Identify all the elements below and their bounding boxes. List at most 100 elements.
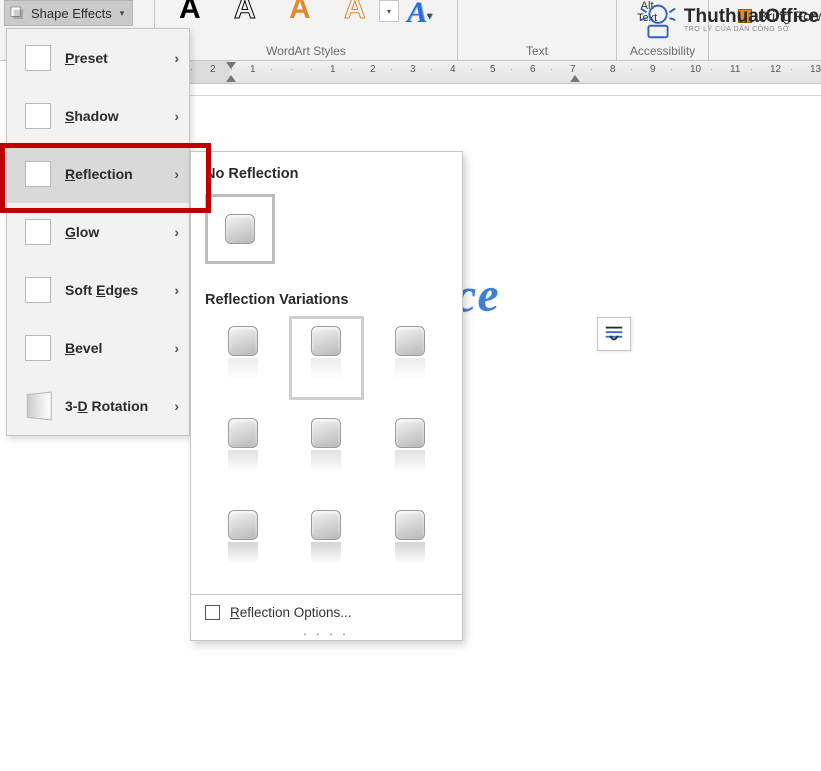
reflection-sample-icon: [395, 326, 425, 356]
layout-options-button[interactable]: [597, 317, 631, 351]
reflection-variations-heading: Reflection Variations: [191, 278, 462, 316]
fx-thumb-icon: [27, 392, 52, 421]
wordart-preset-a1[interactable]: A: [179, 0, 201, 26]
ruler-tick-num: 1: [250, 64, 256, 75]
fx-item-preset[interactable]: Preset›: [7, 29, 189, 87]
ruler-tick-dot: ·: [190, 64, 193, 75]
fx-item-bevel[interactable]: Bevel›: [7, 319, 189, 377]
ruler-tick-num: 13: [810, 64, 821, 75]
reflection-variation-3[interactable]: [205, 408, 281, 492]
ruler-tick-dot: ·: [290, 64, 293, 75]
reflection-sample-icon: [311, 326, 341, 356]
chevron-right-icon: ›: [174, 398, 179, 414]
fx-item-label: Glow: [65, 224, 99, 240]
resize-grip[interactable]: • • • •: [191, 630, 462, 640]
ruler-tick-dot: ·: [470, 64, 473, 75]
fx-item-label: Shadow: [65, 108, 119, 124]
accessibility-group-caption: Accessibility: [617, 44, 708, 58]
ruler-tick-num: 10: [690, 64, 701, 75]
ruler-tick-dot: ·: [750, 64, 753, 75]
reflection-shadow: [395, 358, 425, 380]
right-indent-marker[interactable]: [570, 75, 580, 82]
first-line-indent-marker[interactable]: [226, 62, 236, 69]
no-reflection-option[interactable]: [205, 194, 275, 264]
fx-thumb-icon: [25, 277, 51, 303]
brand-watermark: ThuthuatOffice TRỢ LÝ CỦA DÂN CÔNG SỞ: [635, 0, 819, 43]
fx-thumb-icon: [25, 103, 51, 129]
shape-effects-button[interactable]: Shape Effects ▾: [4, 0, 133, 26]
layout-options-icon: [603, 323, 625, 345]
ruler-tick-dot: ·: [630, 64, 633, 75]
ruler-tick-dot: ·: [670, 64, 673, 75]
reflection-shadow: [311, 358, 341, 380]
ruler-tick-dot: ·: [390, 64, 393, 75]
brand-tag: TRỢ LÝ CỦA DÂN CÔNG SỞ: [684, 26, 819, 33]
chevron-right-icon: ›: [174, 224, 179, 240]
reflection-shadow: [395, 542, 425, 564]
reflection-sample-icon: [395, 418, 425, 448]
reflection-sample-icon: [395, 510, 425, 540]
ruler-tick-num: 11: [730, 64, 740, 75]
document-top-edge: [190, 84, 821, 96]
no-reflection-thumb: [225, 214, 255, 244]
reflection-submenu: No Reflection Reflection Variations Refl…: [190, 151, 463, 641]
reflection-variations-grid: [191, 316, 462, 594]
shape-effects-label: Shape Effects: [31, 6, 112, 21]
ruler-tick-num: 2: [370, 64, 376, 75]
chevron-right-icon: ›: [174, 166, 179, 182]
reflection-variation-8[interactable]: [372, 500, 448, 584]
hanging-indent-marker[interactable]: [226, 75, 236, 82]
fx-thumb-icon: [25, 219, 51, 245]
reflection-variation-7[interactable]: [289, 500, 365, 584]
reflection-shadow: [395, 450, 425, 472]
chevron-right-icon: ›: [174, 50, 179, 66]
ruler-tick-num: 12: [770, 64, 781, 75]
reflection-options-label: Reflection Options...: [230, 605, 352, 620]
ruler-tick-dot: ·: [350, 64, 353, 75]
chevron-right-icon: ›: [174, 282, 179, 298]
fx-item-label: Reflection: [65, 166, 133, 182]
ruler-tick-num: 9: [650, 64, 656, 75]
wordart-preset-a4[interactable]: A: [344, 0, 366, 26]
reflection-sample-icon: [228, 510, 258, 540]
ribbon-group-text: Create Link Text: [458, 0, 617, 60]
text-effects-button[interactable]: A▾: [407, 0, 432, 30]
wordart-gallery-expand[interactable]: ▾: [379, 0, 399, 22]
fx-item-reflection[interactable]: Reflection ›: [7, 145, 189, 203]
reflection-sample-icon: [311, 510, 341, 540]
chevron-down-icon: ▾: [120, 8, 125, 19]
reflection-variation-1[interactable]: [289, 316, 365, 400]
reflection-shadow: [228, 358, 258, 380]
reflection-variation-5[interactable]: [372, 408, 448, 492]
ribbon-group-wordart: A A A A ▾ A▾ WordArt Styles: [155, 0, 458, 60]
ruler-tick-dot: ·: [590, 64, 593, 75]
shape-effects-icon: [9, 5, 25, 21]
text-group-caption: Text: [458, 44, 616, 58]
ruler-tick-num: 2: [210, 64, 216, 75]
reflection-variation-4[interactable]: [289, 408, 365, 492]
reflection-options-item[interactable]: Reflection Options...: [191, 594, 462, 630]
ruler-tick-num: 8: [610, 64, 616, 75]
reflection-shadow: [311, 450, 341, 472]
wordart-preset-a2[interactable]: A: [234, 0, 256, 26]
fx-item-shadow[interactable]: Shadow›: [7, 87, 189, 145]
ruler-tick-dot: ·: [710, 64, 713, 75]
brand-name: ThuthuatOffice: [684, 7, 819, 26]
fx-thumb-icon: [25, 335, 51, 361]
ruler-tick-num: 6: [530, 64, 536, 75]
reflection-variation-0[interactable]: [205, 316, 281, 400]
horizontal-ruler[interactable]: ·2·1···1·2·3·4·5·6·7·8·9·10·11·12·13·14: [190, 61, 821, 84]
reflection-variation-6[interactable]: [205, 500, 281, 584]
reflection-sample-icon: [311, 418, 341, 448]
reflection-variation-2[interactable]: [372, 316, 448, 400]
ruler-tick-dot: ·: [310, 64, 313, 75]
fx-item-glow[interactable]: Glow ›: [7, 203, 189, 261]
ruler-tick-num: 5: [490, 64, 496, 75]
fx-item-rotation3d[interactable]: 3-D Rotation›: [7, 377, 189, 435]
ruler-tick-num: 3: [410, 64, 416, 75]
fx-item-softedges[interactable]: Soft Edges›: [7, 261, 189, 319]
wordart-preset-a3[interactable]: A: [289, 0, 311, 26]
fx-item-label: Bevel: [65, 340, 102, 356]
ruler-tick-num: 7: [570, 64, 576, 75]
ruler-tick-num: 4: [450, 64, 456, 75]
